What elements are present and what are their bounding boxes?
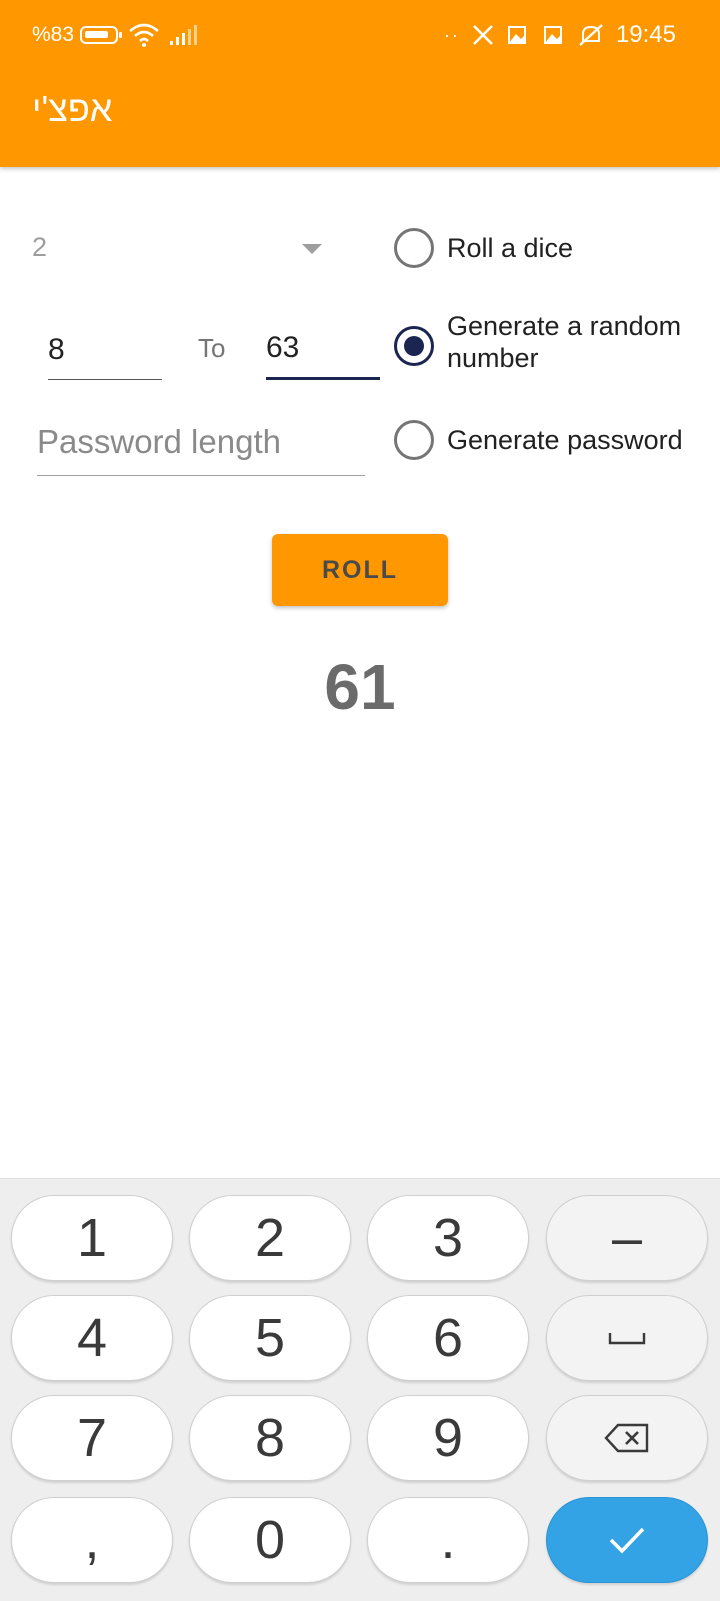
x-app-icon (473, 25, 493, 45)
battery-icon (80, 26, 123, 44)
radio-generate-password[interactable] (394, 420, 434, 460)
option-roll-dice[interactable]: Roll a dice (394, 228, 573, 268)
backspace-icon (604, 1423, 649, 1453)
status-bar-right: ·· 19:45 (444, 20, 676, 50)
key-4[interactable]: 4 (11, 1295, 173, 1381)
signal-icon (170, 25, 198, 45)
numeric-keyboard: 1 2 3 – 4 5 6 7 8 9 , 0 . (0, 1178, 720, 1601)
key-2[interactable]: 2 (189, 1195, 351, 1281)
key-7[interactable]: 7 (11, 1395, 173, 1481)
status-bar-left: %83 (32, 20, 200, 50)
range-to-value: 63 (266, 331, 300, 364)
password-length-field[interactable]: Password length (37, 412, 365, 476)
key-8[interactable]: 8 (189, 1395, 351, 1481)
key-9[interactable]: 9 (367, 1395, 529, 1481)
radio-roll-dice[interactable] (394, 228, 434, 268)
done-key[interactable] (546, 1497, 708, 1583)
range-from-field[interactable]: 8 (48, 318, 162, 380)
radio-random-number[interactable] (394, 326, 434, 366)
key-minus[interactable]: – (546, 1195, 708, 1281)
range-to-field[interactable]: 63 (266, 318, 380, 380)
option-label: Generate password (447, 425, 683, 455)
space-icon (608, 1333, 646, 1345)
wifi-icon (129, 23, 159, 47)
dice-count-spinner[interactable]: 2 (32, 228, 322, 270)
range-from-value: 8 (48, 333, 65, 366)
key-0[interactable]: 0 (189, 1497, 351, 1583)
clock: 19:45 (615, 21, 676, 48)
option-random-number[interactable]: Generate a random number (394, 310, 697, 374)
page-title: אפצ'י (32, 88, 113, 129)
result-value: 61 (324, 651, 396, 723)
option-generate-password[interactable]: Generate password (394, 420, 683, 460)
app-bar: %83 ·· 19:45 אפצ'י (0, 0, 720, 167)
dropdown-arrow-icon (302, 244, 322, 254)
backspace-key[interactable] (546, 1395, 708, 1481)
key-1[interactable]: 1 (11, 1195, 173, 1281)
mute-icon (579, 24, 603, 46)
battery-percent: %83 (32, 23, 75, 46)
space-key[interactable] (546, 1295, 708, 1381)
key-comma[interactable]: , (11, 1497, 173, 1583)
password-length-placeholder: Password length (37, 423, 281, 460)
more-notifications-dots: ·· (443, 24, 460, 45)
key-6[interactable]: 6 (367, 1295, 529, 1381)
option-label: Generate a random number (447, 311, 682, 373)
key-5[interactable]: 5 (189, 1295, 351, 1381)
option-label: Roll a dice (447, 233, 574, 263)
check-icon (609, 1527, 645, 1554)
dice-count-value: 2 (32, 232, 48, 262)
notification-icon (507, 26, 526, 44)
key-3[interactable]: 3 (367, 1195, 529, 1281)
key-period[interactable]: . (367, 1497, 529, 1583)
roll-button[interactable]: ROLL (272, 534, 448, 606)
notification-icon (543, 26, 562, 44)
range-to-label: To (198, 333, 226, 363)
